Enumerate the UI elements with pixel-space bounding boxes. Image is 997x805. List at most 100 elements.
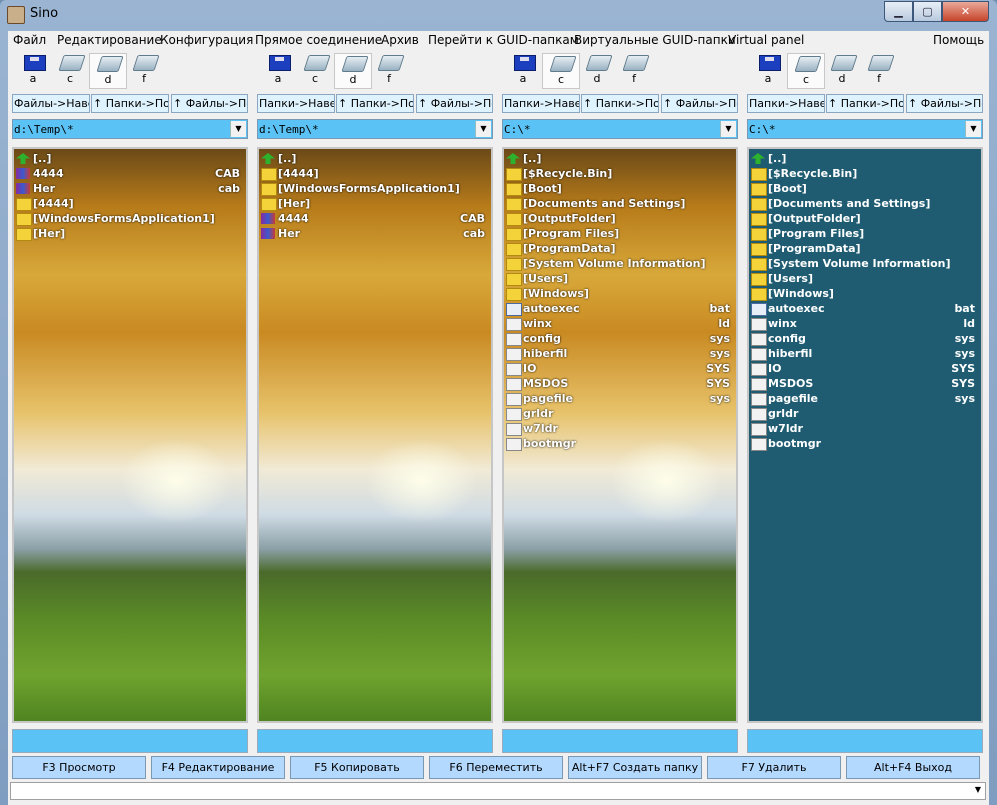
path-combobox[interactable]: d:\Temp\* ▼ [257,119,493,139]
drive-button-f[interactable]: f [126,53,162,87]
file-row[interactable]: [..] [506,152,734,167]
file-row[interactable]: [Boot] [751,182,979,197]
file-row[interactable]: config sys [751,332,979,347]
file-row[interactable]: [System Volume Information] [506,257,734,272]
minimize-button[interactable]: ▁ [884,1,913,22]
panel-status-field[interactable] [12,729,248,753]
file-row[interactable]: autoexec bat [506,302,734,317]
file-row[interactable]: [4444] [16,197,244,212]
drive-button-a[interactable]: a [15,53,51,87]
file-row[interactable]: Her cab [16,182,244,197]
file-row[interactable]: [WindowsFormsApplication1] [261,182,489,197]
file-row[interactable]: [$Recycle.Bin] [506,167,734,182]
path-combobox[interactable]: C:\* ▼ [502,119,738,139]
menu-virtual-guid[interactable]: Виртуальные GUID-папки [574,33,736,47]
nav-button-1[interactable]: Папки->Навер: [747,94,825,113]
path-combobox[interactable]: d:\Temp\* ▼ [12,119,248,139]
file-row[interactable]: IO SYS [751,362,979,377]
drive-button-a[interactable]: a [505,53,541,87]
file-row[interactable]: Her cab [261,227,489,242]
file-row[interactable]: [$Recycle.Bin] [751,167,979,182]
file-row[interactable]: MSDOS SYS [751,377,979,392]
chevron-down-icon[interactable]: ▼ [230,121,246,137]
file-row[interactable]: winx ld [751,317,979,332]
f7-delete-button[interactable]: F7 Удалить [707,756,841,779]
file-row[interactable]: [Users] [506,272,734,287]
menu-help[interactable]: Помощь [933,33,984,47]
alt-f7-create-folder-button[interactable]: Alt+F7 Создать папку [568,756,702,779]
f4-edit-button[interactable]: F4 Редактирование [151,756,285,779]
file-row[interactable]: [Windows] [751,287,979,302]
file-row[interactable]: [4444] [261,167,489,182]
panel-status-field[interactable] [257,729,493,753]
file-row[interactable]: [OutputFolder] [751,212,979,227]
file-row[interactable]: bootmgr [506,437,734,452]
menu-file[interactable]: Файл [13,33,46,47]
file-row[interactable]: w7ldr [751,422,979,437]
panel-status-field[interactable] [747,729,983,753]
menu-edit[interactable]: Редактирование [57,33,162,47]
file-list[interactable]: [..] 4444 CAB Her cab [4444] [WindowsFormsAppl… [12,147,248,723]
nav-button-3[interactable]: ↑ Файлы->По [171,94,248,113]
file-list[interactable]: [..] [4444] [WindowsFormsApplication1] [Her… [257,147,493,723]
drive-button-d[interactable]: d [334,53,372,89]
file-row[interactable]: bootmgr [751,437,979,452]
panel-status-field[interactable] [502,729,738,753]
drive-button-c[interactable]: c [542,53,580,89]
path-combobox[interactable]: C:\* ▼ [747,119,983,139]
file-row[interactable]: [Her] [16,227,244,242]
file-row[interactable]: [Documents and Settings] [751,197,979,212]
file-row[interactable]: config sys [506,332,734,347]
drive-button-c[interactable]: c [52,53,88,87]
drive-button-d[interactable]: d [579,53,615,87]
nav-button-1[interactable]: Файлы->Навер: [12,94,90,113]
file-row[interactable]: 4444 CAB [261,212,489,227]
drive-button-c[interactable]: c [787,53,825,89]
nav-button-2[interactable]: ↑ Папки->По ; [336,94,414,113]
maximize-button[interactable]: ▢ [913,1,942,22]
file-row[interactable]: [Boot] [506,182,734,197]
nav-button-3[interactable]: ↑ Файлы->По [416,94,493,113]
nav-button-2[interactable]: ↑ Папки->По ; [91,94,169,113]
file-row[interactable]: [Users] [751,272,979,287]
file-row[interactable]: hiberfil sys [506,347,734,362]
file-row[interactable]: [ProgramData] [751,242,979,257]
file-row[interactable]: pagefile sys [506,392,734,407]
file-row[interactable]: [System Volume Information] [751,257,979,272]
file-list[interactable]: [..] [$Recycle.Bin] [Boot] [Documents and S… [502,147,738,723]
drive-button-f[interactable]: f [371,53,407,87]
file-row[interactable]: [ProgramData] [506,242,734,257]
file-row[interactable]: IO SYS [506,362,734,377]
file-row[interactable]: [..] [16,152,244,167]
chevron-down-icon[interactable]: ▼ [475,121,491,137]
file-list[interactable]: [..] [$Recycle.Bin] [Boot] [Documents and S… [747,147,983,723]
close-button[interactable]: ✕ [942,1,989,22]
drive-button-f[interactable]: f [616,53,652,87]
file-row[interactable]: [Program Files] [751,227,979,242]
drive-button-a[interactable]: a [260,53,296,87]
nav-button-2[interactable]: ↑ Папки->По ; [581,94,659,113]
menu-direct-connection[interactable]: Прямое соединение [255,33,382,47]
menu-archive[interactable]: Архив [381,33,419,47]
file-row[interactable]: [Her] [261,197,489,212]
file-row[interactable]: 4444 CAB [16,167,244,182]
title-bar[interactable]: Sino ▁ ▢ ✕ [0,0,997,30]
file-row[interactable]: [..] [751,152,979,167]
drive-button-f[interactable]: f [861,53,897,87]
nav-button-1[interactable]: Папки->Навер: [257,94,335,113]
menu-goto-guid[interactable]: Перейти к GUID-папкам [428,33,579,47]
chevron-down-icon[interactable]: ▼ [720,121,736,137]
drive-button-c[interactable]: c [297,53,333,87]
file-row[interactable]: [Documents and Settings] [506,197,734,212]
file-row[interactable]: [OutputFolder] [506,212,734,227]
f6-move-button[interactable]: F6 Переместить [429,756,563,779]
alt-f4-exit-button[interactable]: Alt+F4 Выход [846,756,980,779]
nav-button-1[interactable]: Папки->Навер: [502,94,580,113]
drive-button-d[interactable]: d [824,53,860,87]
chevron-down-icon[interactable]: ▼ [965,121,981,137]
menu-configuration[interactable]: Конфигурация [160,33,253,47]
file-row[interactable]: [WindowsFormsApplication1] [16,212,244,227]
drive-button-a[interactable]: a [750,53,786,87]
file-row[interactable]: [..] [261,152,489,167]
file-row[interactable]: [Windows] [506,287,734,302]
